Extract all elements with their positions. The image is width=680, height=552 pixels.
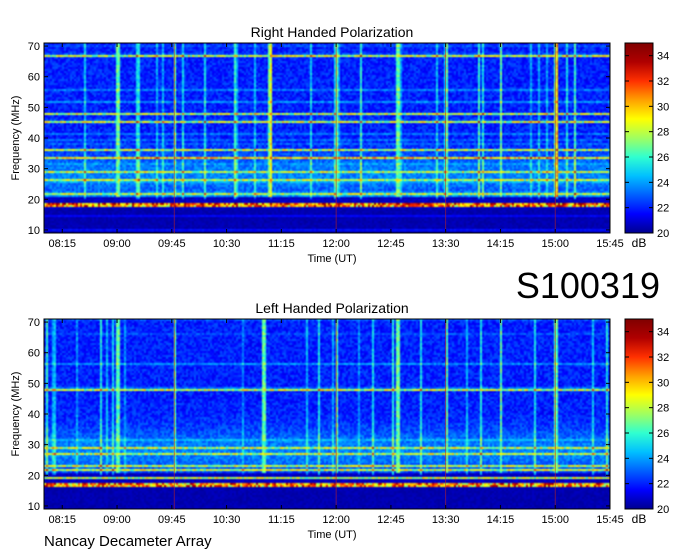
colorbar-gradient [624, 318, 654, 510]
station-id-label: S100319 [516, 265, 660, 306]
x-tick-label: 12:00 [322, 514, 350, 526]
colorbar-tick-label: 20 [657, 504, 669, 516]
colorbar-tick-label: 30 [657, 377, 669, 389]
y-tick-label: 10 [28, 225, 40, 237]
spectrogram-figure: Right Handed Polarization 10 20 30 40 50 60 70… [10, 24, 669, 550]
colorbar-tick-label: 24 [657, 177, 669, 189]
y-tick-label: 40 [28, 409, 40, 421]
colorbar-tick-label: 26 [657, 428, 669, 440]
y-tick-label: 20 [28, 470, 40, 482]
colorbar-tick-label: 34 [657, 327, 669, 339]
chart-title: Left Handed Polarization [255, 300, 408, 316]
x-tick-label: 15:00 [541, 238, 569, 250]
y-tick-label: 30 [28, 164, 40, 176]
y-tick-label: 10 [28, 501, 40, 513]
x-tick-label: 09:00 [103, 514, 131, 526]
x-tick-label: 10:30 [213, 514, 241, 526]
x-tick-label: 10:30 [213, 238, 241, 250]
spectrogram-image [44, 319, 610, 509]
x-tick-label: 12:00 [322, 238, 350, 250]
colorbar-tick-label: 28 [657, 127, 669, 139]
colorbar-tick-label: 26 [657, 152, 669, 164]
y-tick-label: 40 [28, 133, 40, 145]
y-tick-label: 50 [28, 378, 40, 390]
x-tick-label: 09:45 [158, 238, 186, 250]
colorbar-unit: dB [632, 512, 647, 526]
colorbar-tick-label: 20 [657, 228, 669, 240]
y-axis-label: Frequency (MHz) [10, 96, 22, 181]
colorbar-tick-label: 34 [657, 51, 669, 63]
spectrogram-image [44, 43, 610, 233]
x-tick-label: 11:15 [268, 514, 295, 526]
colorbar-bottom: 20 22 24 26 28 30 32 34 dB [624, 318, 669, 526]
y-tick-label: 60 [28, 72, 40, 84]
colorbar-gradient [624, 42, 654, 234]
colorbar-tick-label: 28 [657, 403, 669, 415]
y-tick-label: 50 [28, 102, 40, 114]
colorbar-unit: dB [632, 236, 647, 250]
x-tick-label: 13:30 [432, 514, 460, 526]
colorbar-tick-label: 22 [657, 479, 669, 491]
x-tick-label: 09:00 [103, 238, 131, 250]
colorbar-tick-label: 22 [657, 203, 669, 215]
y-tick-label: 70 [28, 41, 40, 53]
x-tick-label: 13:30 [432, 238, 460, 250]
x-tick-label: 12:45 [377, 238, 405, 250]
colorbar-tick-label: 32 [657, 76, 669, 88]
colorbar-tick-label: 30 [657, 101, 669, 113]
right-polarization-panel: Right Handed Polarization 10 20 30 40 50 60 70… [10, 24, 624, 265]
x-tick-label: 08:15 [48, 514, 76, 526]
x-tick-label: 12:45 [377, 514, 405, 526]
y-tick-label: 30 [28, 440, 40, 452]
x-tick-label: 14:15 [487, 238, 515, 250]
y-axis-label: Frequency (MHz) [10, 372, 22, 457]
x-axis-label: Time (UT) [307, 529, 356, 541]
y-tick-label: 60 [28, 348, 40, 360]
y-tick-label: 70 [28, 317, 40, 329]
chart-title: Right Handed Polarization [251, 24, 414, 40]
y-tick-label: 20 [28, 194, 40, 206]
x-tick-label: 15:00 [541, 514, 569, 526]
x-tick-label: 11:15 [268, 238, 295, 250]
colorbar-tick-label: 32 [657, 352, 669, 364]
instrument-label: Nancay Decameter Array [44, 533, 212, 550]
x-tick-label: 15:45 [596, 514, 624, 526]
left-polarization-panel: Left Handed Polarization 10 20 30 40 50 60 70 0… [10, 300, 624, 541]
colorbar-top: 20 22 24 26 28 30 32 34 dB [624, 42, 669, 250]
colorbar-tick-label: 24 [657, 453, 669, 465]
x-tick-label: 15:45 [596, 238, 624, 250]
x-axis-label: Time (UT) [307, 253, 356, 265]
x-tick-label: 09:45 [158, 514, 186, 526]
x-tick-label: 08:15 [48, 238, 76, 250]
x-tick-label: 14:15 [487, 514, 515, 526]
